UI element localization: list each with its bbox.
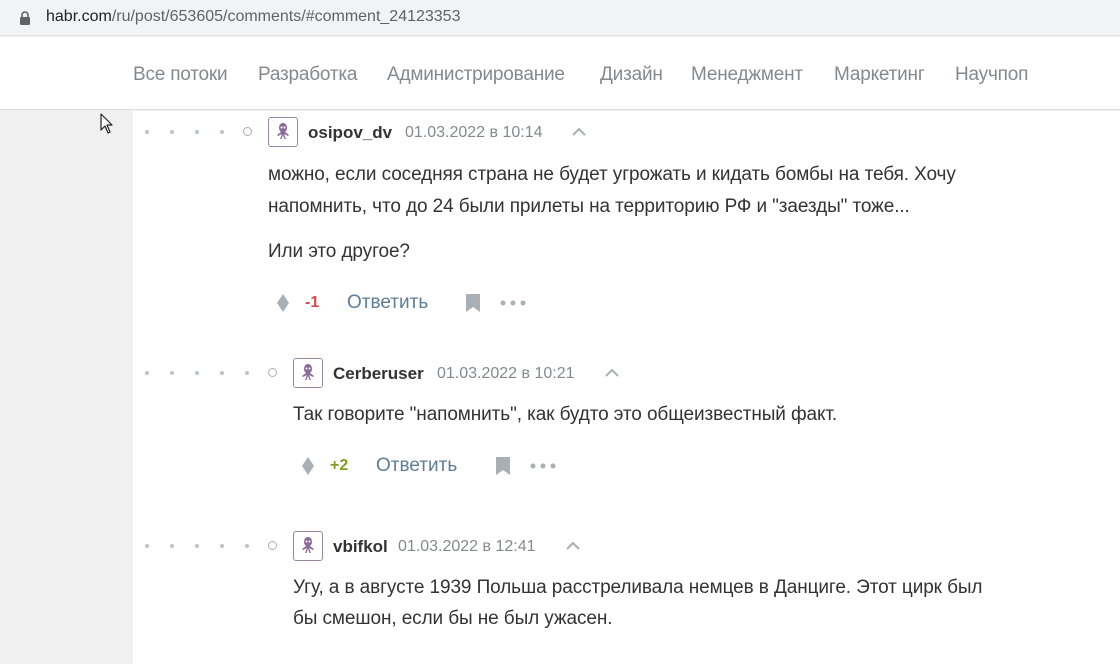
comment-date[interactable]: 01.03.2022 в 12:41 [398, 538, 536, 556]
chevron-up-icon[interactable] [565, 541, 581, 551]
comment-author[interactable]: Cerberuser [333, 364, 424, 384]
chevron-up-icon[interactable] [571, 127, 587, 137]
url-path: /ru/post/653605/comments/#comment_241233… [111, 8, 461, 25]
address-bar[interactable]: habr.com/ru/post/653605/comments/#commen… [0, 0, 1120, 36]
url-text[interactable]: habr.com/ru/post/653605/comments/#commen… [46, 8, 460, 26]
comment-author[interactable]: osipov_dv [308, 123, 392, 143]
comment-score: -1 [305, 294, 320, 311]
comment-text-line: Так говорите "напомнить", как будто это … [293, 404, 838, 425]
indent-dot [220, 130, 224, 134]
comment-date[interactable]: 01.03.2022 в 10:21 [437, 365, 575, 383]
reply-button[interactable]: Ответить [376, 455, 457, 477]
indent-dot [145, 371, 149, 375]
comment-text-line: бы смешон, если бы не был ужасен. [293, 608, 613, 629]
indent-dot [220, 371, 224, 375]
indent-dot [245, 544, 249, 548]
reply-button[interactable]: Ответить [347, 292, 428, 314]
more-icon[interactable] [530, 463, 556, 469]
comment-date[interactable]: 01.03.2022 в 10:14 [405, 124, 543, 142]
indent-dot [170, 130, 174, 134]
nav-item-administration[interactable]: Администрирование [387, 64, 565, 86]
thread-ring[interactable] [268, 368, 277, 377]
nav-item-marketing[interactable]: Маркетинг [834, 64, 925, 86]
nav-item-management[interactable]: Менеджмент [691, 64, 803, 86]
indent-dot [245, 371, 249, 375]
thread-ring[interactable] [243, 127, 252, 136]
comment-text-line: Или это другое? [268, 241, 410, 262]
chevron-up-icon[interactable] [604, 368, 620, 378]
habr-avatar-icon [302, 364, 314, 380]
flows-nav: Все потоки Разработка Администрирование … [0, 37, 1120, 110]
mouse-cursor-icon [100, 113, 113, 134]
vote-icon[interactable] [276, 293, 290, 313]
indent-dot [195, 371, 199, 375]
nav-item-design[interactable]: Дизайн [600, 64, 663, 86]
comments-area: osipov_dv 01.03.2022 в 10:14 можно, если… [133, 111, 1120, 664]
avatar[interactable] [268, 117, 298, 147]
indent-dot [170, 371, 174, 375]
comment-text-line: Угу, а в августе 1939 Польша расстрелива… [293, 577, 983, 598]
lock-icon [20, 11, 30, 25]
page: habr.com/ru/post/653605/comments/#commen… [0, 0, 1120, 664]
more-icon[interactable] [500, 300, 526, 306]
vote-icon[interactable] [301, 456, 315, 476]
avatar[interactable] [293, 531, 323, 561]
indent-dot [195, 130, 199, 134]
habr-avatar-icon [277, 123, 289, 139]
indent-dot [170, 544, 174, 548]
nav-item-popsci[interactable]: Научпоп [955, 64, 1028, 86]
comment-score: +2 [330, 457, 349, 474]
bookmark-icon[interactable] [465, 293, 481, 313]
avatar[interactable] [293, 358, 323, 388]
comment-text-line: напомнить, что до 24 были прилеты на тер… [268, 196, 910, 217]
bookmark-icon[interactable] [495, 456, 511, 476]
indent-dot [145, 544, 149, 548]
comment-author[interactable]: vbifkol [333, 537, 388, 557]
indent-dot [195, 544, 199, 548]
url-host: habr.com [46, 8, 112, 25]
indent-dot [220, 544, 224, 548]
habr-avatar-icon [302, 537, 314, 553]
nav-item-all-flows[interactable]: Все потоки [133, 64, 228, 86]
nav-item-development[interactable]: Разработка [258, 64, 357, 86]
thread-ring[interactable] [268, 541, 277, 550]
indent-dot [145, 130, 149, 134]
comment-text-line: можно, если соседняя страна не будет угр… [268, 164, 956, 185]
